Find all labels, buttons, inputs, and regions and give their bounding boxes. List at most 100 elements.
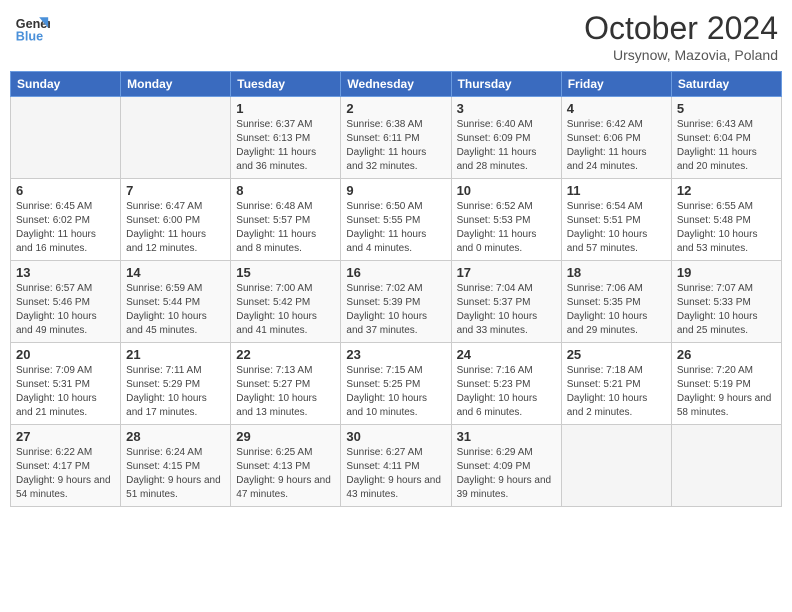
day-number: 13	[16, 265, 115, 280]
calendar-cell: 10 Sunrise: 6:52 AM Sunset: 5:53 PM Dayli…	[451, 179, 561, 261]
calendar-cell: 17Sunrise: 7:04 AM Sunset: 5:37 PM Dayli…	[451, 261, 561, 343]
day-number: 24	[457, 347, 556, 362]
weekday-header-saturday: Saturday	[671, 72, 781, 97]
day-number: 10	[457, 183, 556, 198]
day-info: Sunrise: 6:24 AM Sunset: 4:15 PM Dayligh…	[126, 446, 225, 502]
day-number: 4	[567, 101, 666, 116]
calendar-week-row: 13 Sunrise: 6:57 AM Sunset: 5:46 PM Dayli…	[11, 261, 782, 343]
calendar-cell	[561, 425, 671, 507]
calendar-week-row: 27 Sunrise: 6:22 AM Sunset: 4:17 PM Dayli…	[11, 425, 782, 507]
month-title: October 2024	[584, 10, 778, 47]
day-number: 2	[346, 101, 445, 116]
calendar-cell: 22 Sunrise: 7:13 AM Sunset: 5:27 PM Dayli…	[231, 343, 341, 425]
day-number: 16	[346, 265, 445, 280]
weekday-header-monday: Monday	[121, 72, 231, 97]
day-number: 17	[457, 265, 556, 280]
day-info: Sunrise: 6:55 AM Sunset: 5:48 PM Dayligh…	[677, 200, 776, 256]
calendar-cell: 5Sunrise: 6:43 AM Sunset: 6:04 PM Daylig…	[671, 97, 781, 179]
calendar-cell: 27 Sunrise: 6:22 AM Sunset: 4:17 PM Dayli…	[11, 425, 121, 507]
calendar-cell: 31 Sunrise: 6:29 AM Sunset: 4:09 PM Dayli…	[451, 425, 561, 507]
day-info: Sunrise: 7:13 AM Sunset: 5:27 PM Dayligh…	[236, 364, 335, 420]
calendar-cell: 28 Sunrise: 6:24 AM Sunset: 4:15 PM Dayli…	[121, 425, 231, 507]
day-number: 23	[346, 347, 445, 362]
calendar-week-row: 6 Sunrise: 6:45 AM Sunset: 6:02 PM Daylig…	[11, 179, 782, 261]
calendar-cell: 9 Sunrise: 6:50 AM Sunset: 5:55 PM Daylig…	[341, 179, 451, 261]
calendar-cell: 11 Sunrise: 6:54 AM Sunset: 5:51 PM Dayli…	[561, 179, 671, 261]
day-info: Sunrise: 7:02 AM Sunset: 5:39 PM Dayligh…	[346, 282, 445, 338]
day-number: 14	[126, 265, 225, 280]
day-info: Sunrise: 7:06 AM Sunset: 5:35 PM Dayligh…	[567, 282, 666, 338]
day-info: Sunrise: 6:54 AM Sunset: 5:51 PM Dayligh…	[567, 200, 666, 256]
calendar-cell: 12 Sunrise: 6:55 AM Sunset: 5:48 PM Dayli…	[671, 179, 781, 261]
calendar-cell: 13 Sunrise: 6:57 AM Sunset: 5:46 PM Dayli…	[11, 261, 121, 343]
day-number: 22	[236, 347, 335, 362]
calendar-table: SundayMondayTuesdayWednesdayThursdayFrid…	[10, 71, 782, 507]
calendar-cell: 16 Sunrise: 7:02 AM Sunset: 5:39 PM Dayli…	[341, 261, 451, 343]
day-info: Sunrise: 6:37 AM Sunset: 6:13 PM Dayligh…	[236, 118, 335, 174]
weekday-header-friday: Friday	[561, 72, 671, 97]
calendar-cell: 7 Sunrise: 6:47 AM Sunset: 6:00 PM Daylig…	[121, 179, 231, 261]
calendar-cell: 26 Sunrise: 7:20 AM Sunset: 5:19 PM Dayli…	[671, 343, 781, 425]
weekday-header-thursday: Thursday	[451, 72, 561, 97]
weekday-header-wednesday: Wednesday	[341, 72, 451, 97]
day-info: Sunrise: 6:57 AM Sunset: 5:46 PM Dayligh…	[16, 282, 115, 338]
calendar-week-row: 1 Sunrise: 6:37 AM Sunset: 6:13 PM Daylig…	[11, 97, 782, 179]
day-info: Sunrise: 7:16 AM Sunset: 5:23 PM Dayligh…	[457, 364, 556, 420]
calendar-cell: 3Sunrise: 6:40 AM Sunset: 6:09 PM Daylig…	[451, 97, 561, 179]
day-info: Sunrise: 6:48 AM Sunset: 5:57 PM Dayligh…	[236, 200, 335, 256]
calendar-cell: 25Sunrise: 7:18 AM Sunset: 5:21 PM Dayli…	[561, 343, 671, 425]
calendar-cell: 6 Sunrise: 6:45 AM Sunset: 6:02 PM Daylig…	[11, 179, 121, 261]
calendar-cell: 18Sunrise: 7:06 AM Sunset: 5:35 PM Dayli…	[561, 261, 671, 343]
day-info: Sunrise: 7:07 AM Sunset: 5:33 PM Dayligh…	[677, 282, 776, 338]
weekday-header-tuesday: Tuesday	[231, 72, 341, 97]
calendar-cell: 23 Sunrise: 7:15 AM Sunset: 5:25 PM Dayli…	[341, 343, 451, 425]
day-number: 1	[236, 101, 335, 116]
day-number: 21	[126, 347, 225, 362]
day-info: Sunrise: 7:15 AM Sunset: 5:25 PM Dayligh…	[346, 364, 445, 420]
day-info: Sunrise: 6:52 AM Sunset: 5:53 PM Dayligh…	[457, 200, 556, 256]
day-number: 27	[16, 429, 115, 444]
day-info: Sunrise: 7:20 AM Sunset: 5:19 PM Dayligh…	[677, 364, 776, 420]
title-block: October 2024 Ursynow, Mazovia, Poland	[584, 10, 778, 63]
day-number: 31	[457, 429, 556, 444]
day-info: Sunrise: 6:59 AM Sunset: 5:44 PM Dayligh…	[126, 282, 225, 338]
day-info: Sunrise: 7:00 AM Sunset: 5:42 PM Dayligh…	[236, 282, 335, 338]
calendar-cell: 21 Sunrise: 7:11 AM Sunset: 5:29 PM Dayli…	[121, 343, 231, 425]
calendar-cell	[671, 425, 781, 507]
day-number: 3	[457, 101, 556, 116]
calendar-week-row: 20Sunrise: 7:09 AM Sunset: 5:31 PM Dayli…	[11, 343, 782, 425]
weekday-header-row: SundayMondayTuesdayWednesdayThursdayFrid…	[11, 72, 782, 97]
day-number: 26	[677, 347, 776, 362]
calendar-cell: 20Sunrise: 7:09 AM Sunset: 5:31 PM Dayli…	[11, 343, 121, 425]
day-info: Sunrise: 6:29 AM Sunset: 4:09 PM Dayligh…	[457, 446, 556, 502]
logo: General Blue	[14, 10, 50, 46]
calendar-cell: 24 Sunrise: 7:16 AM Sunset: 5:23 PM Dayli…	[451, 343, 561, 425]
day-number: 7	[126, 183, 225, 198]
location-subtitle: Ursynow, Mazovia, Poland	[584, 47, 778, 63]
calendar-cell: 29Sunrise: 6:25 AM Sunset: 4:13 PM Dayli…	[231, 425, 341, 507]
day-number: 5	[677, 101, 776, 116]
day-number: 9	[346, 183, 445, 198]
day-info: Sunrise: 7:09 AM Sunset: 5:31 PM Dayligh…	[16, 364, 115, 420]
day-info: Sunrise: 6:50 AM Sunset: 5:55 PM Dayligh…	[346, 200, 445, 256]
day-number: 6	[16, 183, 115, 198]
day-info: Sunrise: 6:47 AM Sunset: 6:00 PM Dayligh…	[126, 200, 225, 256]
day-info: Sunrise: 6:45 AM Sunset: 6:02 PM Dayligh…	[16, 200, 115, 256]
day-number: 11	[567, 183, 666, 198]
calendar-cell: 19 Sunrise: 7:07 AM Sunset: 5:33 PM Dayli…	[671, 261, 781, 343]
day-number: 25	[567, 347, 666, 362]
day-number: 15	[236, 265, 335, 280]
day-number: 28	[126, 429, 225, 444]
day-number: 12	[677, 183, 776, 198]
day-number: 19	[677, 265, 776, 280]
calendar-cell: 1 Sunrise: 6:37 AM Sunset: 6:13 PM Daylig…	[231, 97, 341, 179]
calendar-cell	[11, 97, 121, 179]
svg-text:Blue: Blue	[16, 30, 43, 44]
day-number: 8	[236, 183, 335, 198]
calendar-cell: 15 Sunrise: 7:00 AM Sunset: 5:42 PM Dayli…	[231, 261, 341, 343]
day-info: Sunrise: 6:27 AM Sunset: 4:11 PM Dayligh…	[346, 446, 445, 502]
day-info: Sunrise: 6:42 AM Sunset: 6:06 PM Dayligh…	[567, 118, 666, 174]
day-info: Sunrise: 6:22 AM Sunset: 4:17 PM Dayligh…	[16, 446, 115, 502]
day-info: Sunrise: 7:11 AM Sunset: 5:29 PM Dayligh…	[126, 364, 225, 420]
calendar-cell: 2Sunrise: 6:38 AM Sunset: 6:11 PM Daylig…	[341, 97, 451, 179]
